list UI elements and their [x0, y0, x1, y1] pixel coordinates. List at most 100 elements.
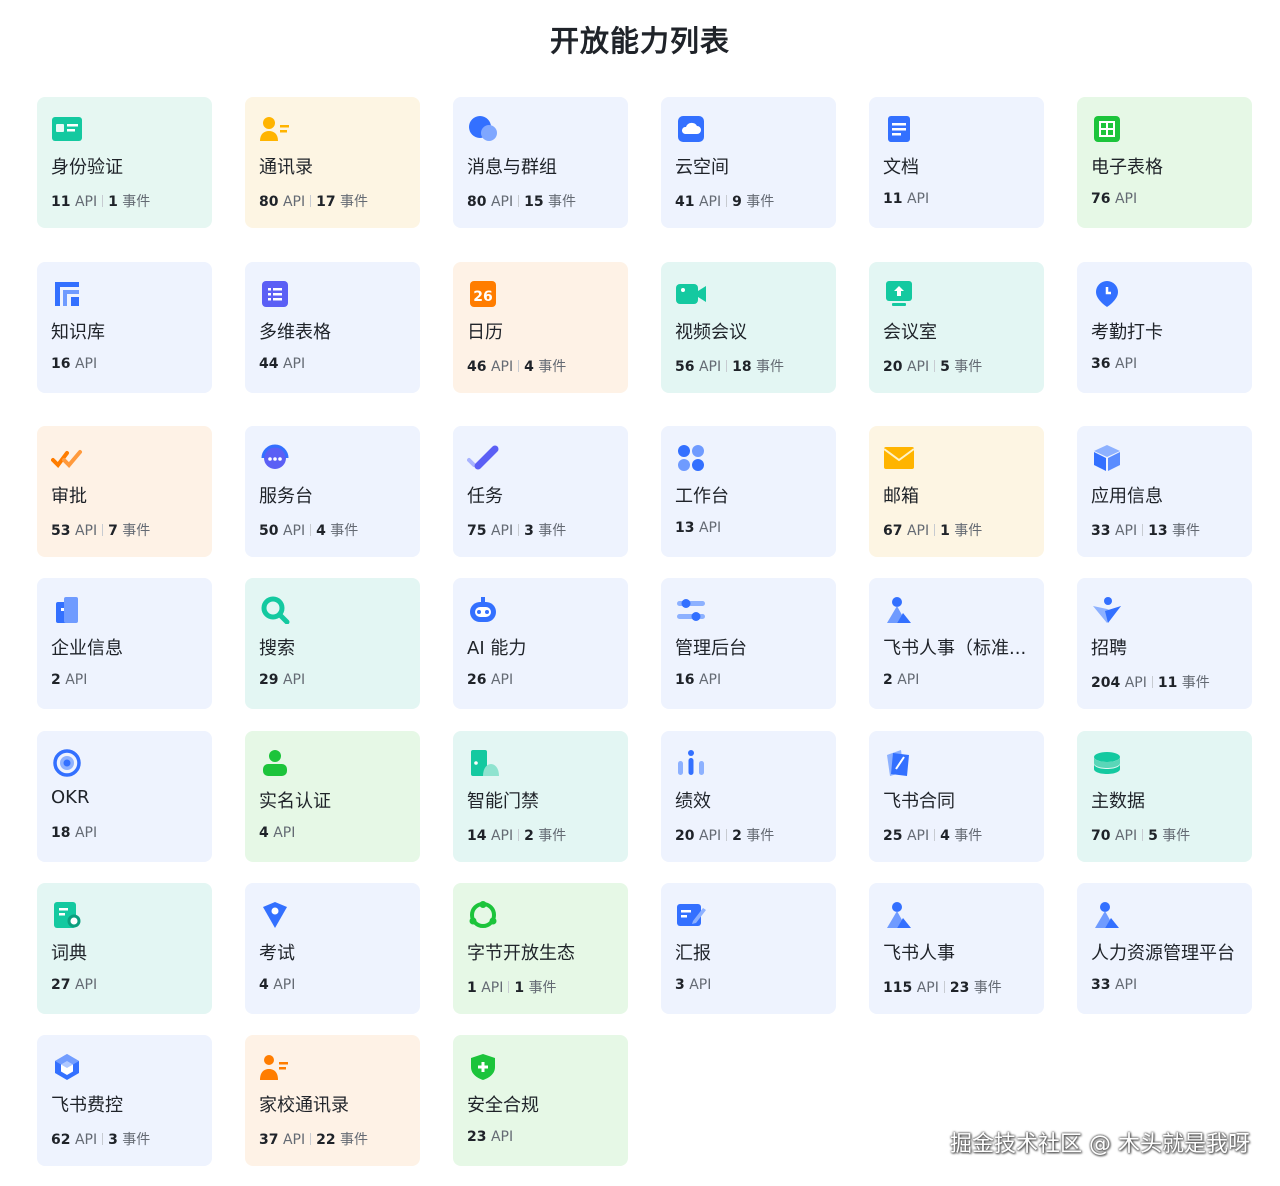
capability-card[interactable]: 审批 53 API 7 事件 — [37, 426, 212, 557]
search-icon — [259, 596, 291, 624]
api-count: 53 — [51, 523, 71, 539]
capability-stats: 3 API — [675, 977, 711, 993]
ecosystem-icon — [467, 901, 499, 929]
capability-card[interactable]: 词典 27 API — [37, 883, 212, 1014]
capability-name: 字节开放生态 — [467, 943, 575, 964]
capability-card[interactable]: 考勤打卡 36 API — [1077, 262, 1252, 393]
capability-card[interactable]: 应用信息 33 API 13 事件 — [1077, 426, 1252, 557]
api-unit-label: API — [698, 359, 722, 375]
capability-card[interactable]: AI 能力 26 API — [453, 578, 628, 709]
api-unit-label: API — [1114, 828, 1138, 844]
capability-card[interactable]: 字节开放生态 1 API 1 事件 — [453, 883, 628, 1014]
event-count: 11 — [1157, 675, 1178, 691]
api-unit-label: API — [74, 977, 98, 993]
capability-card[interactable]: 企业信息 2 API — [37, 578, 212, 709]
capability-name: 审批 — [51, 486, 87, 507]
id-card-icon — [51, 115, 83, 143]
capability-card[interactable]: 汇报 3 API — [661, 883, 836, 1014]
performance-icon — [675, 749, 707, 777]
event-unit-label: 事件 — [746, 828, 775, 844]
capability-stats: 70 API 5 事件 — [1091, 825, 1190, 845]
capability-name: 飞书费控 — [51, 1095, 123, 1116]
event-unit-label: 事件 — [1162, 828, 1191, 844]
capability-card[interactable]: 电子表格 76 API — [1077, 97, 1252, 228]
capability-card[interactable]: 实名认证 4 API — [245, 731, 420, 862]
api-unit-label: API — [1114, 523, 1138, 539]
wiki-icon — [51, 280, 83, 308]
api-count: 41 — [675, 194, 695, 210]
stats-divider — [310, 195, 312, 207]
api-unit-label: API — [490, 359, 514, 375]
capability-stats: 44 API — [259, 356, 305, 372]
capability-card[interactable]: 主数据 70 API 5 事件 — [1077, 731, 1252, 862]
capability-name: 会议室 — [883, 322, 937, 343]
capability-card[interactable]: 家校通讯录 37 API 22 事件 — [245, 1035, 420, 1166]
api-count: 80 — [259, 194, 279, 210]
event-count: 15 — [524, 194, 544, 210]
api-unit-label: API — [1114, 977, 1138, 993]
location-pin-icon — [1091, 280, 1123, 308]
capability-card[interactable]: 26 日历 46 API 4 事件 — [453, 262, 628, 393]
stats-divider — [934, 829, 936, 841]
capability-card[interactable]: 服务台 50 API 4 事件 — [245, 426, 420, 557]
capability-card[interactable]: OKR 18 API — [37, 731, 212, 862]
capability-stats: 2 API — [883, 672, 919, 688]
stats-divider — [518, 524, 520, 536]
capability-card[interactable]: 飞书人事（标准... 2 API — [869, 578, 1044, 709]
capability-card[interactable]: 搜索 29 API — [245, 578, 420, 709]
capability-card[interactable]: 会议室 20 API 5 事件 — [869, 262, 1044, 393]
api-count: 67 — [883, 523, 903, 539]
api-count: 14 — [467, 828, 487, 844]
capability-card[interactable]: 身份验证 11 API 1 事件 — [37, 97, 212, 228]
api-unit-label: API — [906, 828, 930, 844]
api-count: 4 — [259, 825, 269, 841]
event-unit-label: 事件 — [122, 194, 151, 210]
capability-card[interactable]: 文档 11 API — [869, 97, 1044, 228]
api-unit-label: API — [906, 523, 930, 539]
capability-stats: 16 API — [675, 672, 721, 688]
okr-target-icon — [51, 749, 83, 777]
capability-stats: 25 API 4 事件 — [883, 825, 982, 845]
api-count: 27 — [51, 977, 71, 993]
api-unit-label: API — [282, 672, 306, 688]
capability-card[interactable]: 飞书费控 62 API 3 事件 — [37, 1035, 212, 1166]
capability-card[interactable]: 智能门禁 14 API 2 事件 — [453, 731, 628, 862]
capability-card[interactable]: 云空间 41 API 9 事件 — [661, 97, 836, 228]
capability-card[interactable]: 视频会议 56 API 18 事件 — [661, 262, 836, 393]
event-count: 2 — [732, 828, 742, 844]
capability-name: 应用信息 — [1091, 486, 1163, 507]
capability-card[interactable]: 消息与群组 80 API 15 事件 — [453, 97, 628, 228]
watermark: 掘金技术社区 @ 木头就是我呀 — [950, 1132, 1250, 1157]
stats-divider — [310, 524, 312, 536]
capability-card[interactable]: 招聘 204 API 11 事件 — [1077, 578, 1252, 709]
capability-card[interactable]: 绩效 20 API 2 事件 — [661, 731, 836, 862]
api-count: 37 — [259, 1132, 279, 1148]
capability-card[interactable]: 管理后台 16 API — [661, 578, 836, 709]
capability-name: 企业信息 — [51, 638, 123, 659]
api-count: 18 — [51, 825, 71, 841]
api-count: 46 — [467, 359, 487, 375]
stats-divider — [1142, 829, 1144, 841]
api-unit-label: API — [282, 356, 306, 372]
capability-stats: 11 API — [883, 191, 929, 207]
capability-card[interactable]: 知识库 16 API — [37, 262, 212, 393]
api-count: 33 — [1091, 523, 1111, 539]
capability-card[interactable]: 人力资源管理平台 33 API — [1077, 883, 1252, 1014]
people-icon — [1091, 901, 1123, 929]
capability-card[interactable]: 飞书合同 25 API 4 事件 — [869, 731, 1044, 862]
capability-card[interactable]: 安全合规 23 API — [453, 1035, 628, 1166]
exam-pen-icon — [259, 901, 291, 929]
capability-card[interactable]: 考试 4 API — [245, 883, 420, 1014]
security-shield-icon — [467, 1053, 499, 1081]
capability-card[interactable]: 通讯录 80 API 17 事件 — [245, 97, 420, 228]
api-unit-label: API — [74, 194, 98, 210]
capability-stats: 23 API — [467, 1129, 513, 1145]
capability-card[interactable]: 邮箱 67 API 1 事件 — [869, 426, 1044, 557]
capability-card[interactable]: 工作台 13 API — [661, 426, 836, 557]
stats-divider — [102, 1133, 104, 1145]
capability-stats: 41 API 9 事件 — [675, 191, 774, 211]
capability-card[interactable]: 任务 75 API 3 事件 — [453, 426, 628, 557]
capability-card[interactable]: 飞书人事 115 API 23 事件 — [869, 883, 1044, 1014]
api-unit-label: API — [698, 520, 722, 536]
capability-card[interactable]: 多维表格 44 API — [245, 262, 420, 393]
